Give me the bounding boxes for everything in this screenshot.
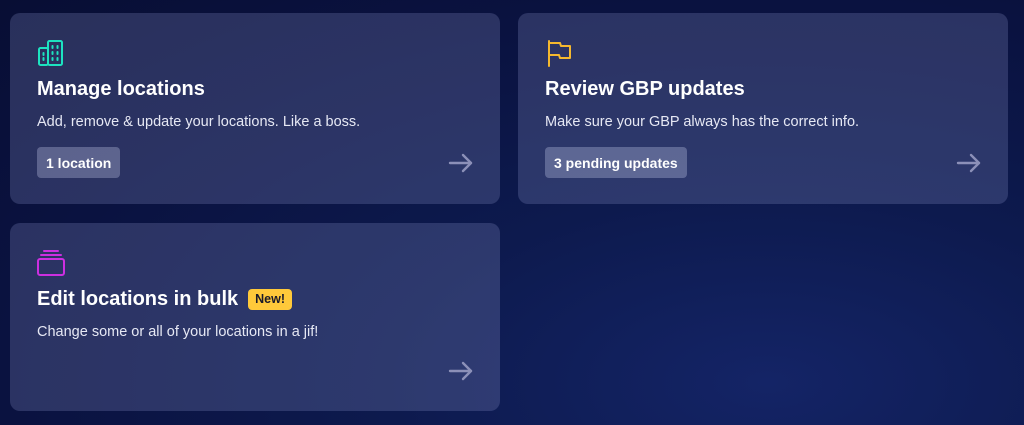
arrow-right-icon[interactable] [956, 153, 982, 173]
new-badge: New! [248, 288, 292, 310]
flag-icon [544, 38, 574, 68]
edit-locations-bulk-title: Edit locations in bulk [37, 288, 239, 310]
edit-locations-bulk-card[interactable]: Edit locations in bulk New! Change some … [10, 223, 500, 411]
building-icon [36, 38, 66, 68]
location-count-badge: 1 location [37, 147, 121, 178]
arrow-right-icon[interactable] [448, 361, 474, 381]
edit-locations-bulk-description: Change some or all of your locations in … [37, 324, 319, 340]
review-gbp-updates-description: Make sure your GBP always has the correc… [545, 114, 860, 130]
stack-icon [36, 248, 66, 278]
card-title-row: Edit locations in bulk New! [37, 286, 292, 312]
manage-locations-title: Manage locations [37, 78, 205, 100]
arrow-right-icon[interactable] [448, 153, 474, 173]
card-title-row: Review GBP updates [545, 76, 745, 102]
manage-locations-card[interactable]: Manage locations Add, remove & update yo… [10, 13, 500, 204]
card-title-row: Manage locations [37, 76, 205, 102]
review-gbp-updates-card[interactable]: Review GBP updates Make sure your GBP al… [518, 13, 1008, 204]
manage-locations-description: Add, remove & update your locations. Lik… [37, 114, 361, 130]
pending-updates-badge: 3 pending updates [545, 147, 687, 178]
review-gbp-updates-title: Review GBP updates [545, 78, 745, 100]
